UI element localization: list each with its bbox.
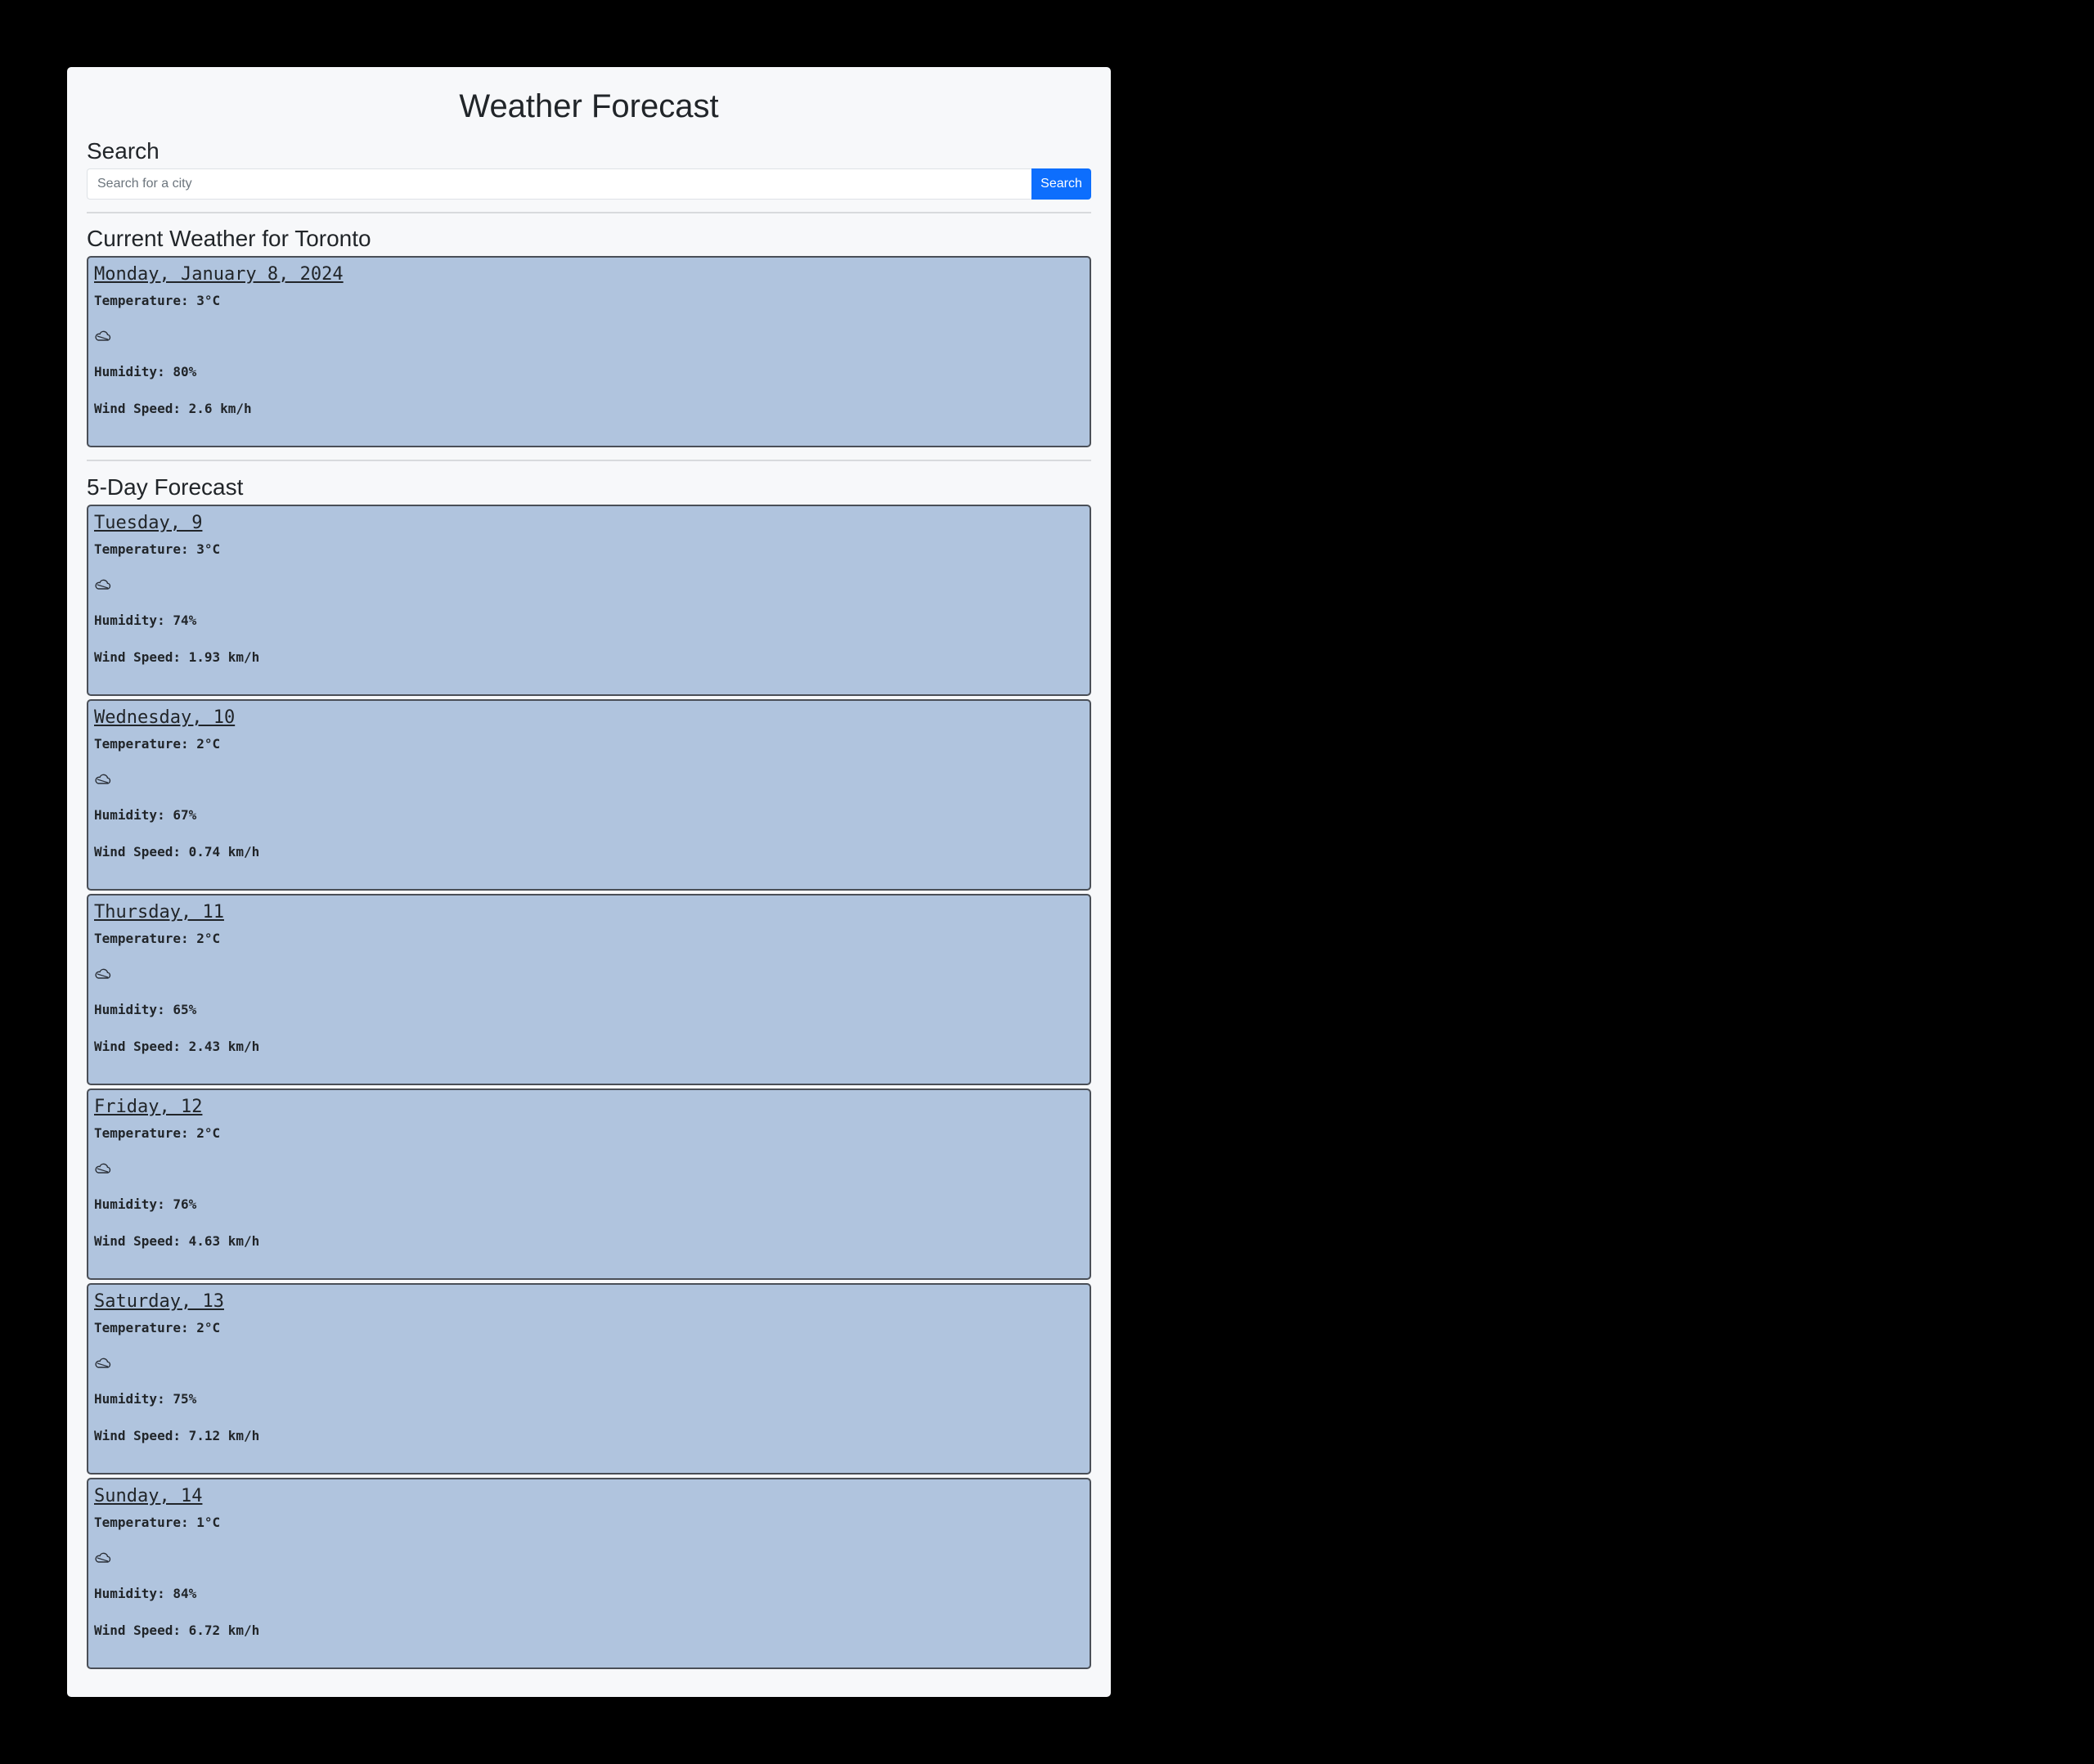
wind-speed-text: Wind Speed: 2.6 km/h	[94, 401, 252, 416]
humidity-text: Humidity: 74%	[94, 613, 197, 628]
forecast-card: Wednesday, 10 Temperature: 2°C Humidity:…	[87, 699, 1091, 891]
cloud-icon	[94, 1162, 1090, 1175]
cloud-icon	[94, 773, 1090, 786]
forecast-card: Friday, 12 Temperature: 2°C Humidity: 76…	[87, 1088, 1091, 1280]
wind-speed-text: Wind Speed: 0.74 km/h	[94, 844, 260, 860]
cloud-icon	[94, 1551, 1090, 1564]
forecast-date-link[interactable]: Saturday, 13	[94, 1290, 224, 1314]
wind-speed-text: Wind Speed: 6.72 km/h	[94, 1623, 260, 1638]
forecast-date-link[interactable]: Thursday, 11	[94, 900, 224, 925]
forecast-date-link[interactable]: Tuesday, 9	[94, 511, 202, 536]
search-button[interactable]: Search	[1031, 168, 1091, 200]
humidity-text: Humidity: 84%	[94, 1586, 197, 1601]
temperature-text: Temperature: 3°C	[94, 541, 221, 557]
forecast-date-link[interactable]: Friday, 12	[94, 1095, 202, 1120]
current-weather-card: Monday, January 8, 2024 Temperature: 3°C…	[87, 256, 1091, 447]
wind-speed-text: Wind Speed: 2.43 km/h	[94, 1039, 260, 1054]
humidity-text: Humidity: 76%	[94, 1196, 197, 1212]
current-weather-heading: Current Weather for Toronto	[87, 226, 371, 251]
wind-speed-text: Wind Speed: 7.12 km/h	[94, 1428, 260, 1443]
humidity-text: Humidity: 65%	[94, 1002, 197, 1017]
current-date-link[interactable]: Monday, January 8, 2024	[94, 263, 344, 287]
page-title: Weather Forecast	[459, 88, 719, 124]
forecast-date-link[interactable]: Wednesday, 10	[94, 706, 235, 730]
temperature-text: Temperature: 1°C	[94, 1515, 221, 1530]
temperature-text: Temperature: 2°C	[94, 736, 221, 752]
app-panel: Weather Forecast Search Search Current W…	[67, 67, 1111, 1697]
wind-speed-text: Wind Speed: 1.93 km/h	[94, 649, 260, 665]
temperature-text: Temperature: 2°C	[94, 931, 221, 946]
humidity-text: Humidity: 67%	[94, 807, 197, 823]
forecast-date-link[interactable]: Sunday, 14	[94, 1484, 202, 1509]
forecast-card: Saturday, 13 Temperature: 2°C Humidity: …	[87, 1283, 1091, 1474]
search-heading: Search	[87, 138, 160, 164]
search-bar: Search	[87, 168, 1091, 200]
cloud-icon	[94, 330, 1090, 343]
wind-speed-text: Wind Speed: 4.63 km/h	[94, 1233, 260, 1249]
cloud-icon	[94, 967, 1090, 981]
divider	[87, 212, 1091, 213]
forecast-card: Sunday, 14 Temperature: 1°C Humidity: 84…	[87, 1478, 1091, 1669]
divider	[87, 460, 1091, 461]
forecast-card: Thursday, 11 Temperature: 2°C Humidity: …	[87, 894, 1091, 1085]
temperature-text: Temperature: 3°C	[94, 293, 221, 308]
cloud-icon	[94, 578, 1090, 591]
forecast-card: Tuesday, 9 Temperature: 3°C Humidity: 74…	[87, 505, 1091, 696]
humidity-text: Humidity: 80%	[94, 364, 197, 379]
search-input[interactable]	[87, 168, 1031, 200]
temperature-text: Temperature: 2°C	[94, 1125, 221, 1141]
forecast-list: Tuesday, 9 Temperature: 3°C Humidity: 74…	[87, 505, 1091, 1669]
temperature-text: Temperature: 2°C	[94, 1320, 221, 1335]
humidity-text: Humidity: 75%	[94, 1391, 197, 1407]
cloud-icon	[94, 1357, 1090, 1370]
forecast-heading: 5-Day Forecast	[87, 474, 244, 500]
